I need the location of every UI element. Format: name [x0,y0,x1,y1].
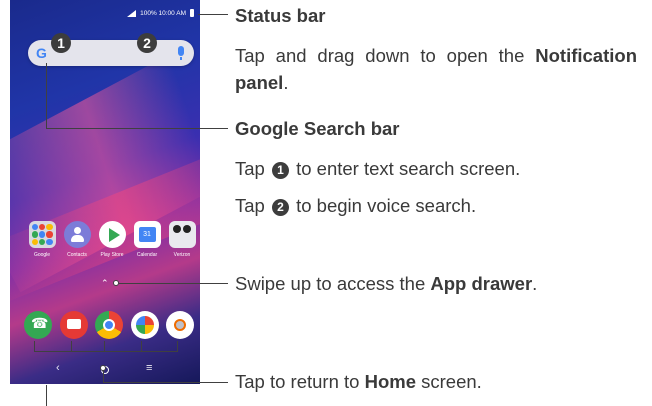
app-label: Verizon [173,252,191,258]
search-tap-1-text: Tap 1 to enter text search screen. [235,158,521,179]
photos-icon[interactable] [130,311,159,339]
messages-icon[interactable] [59,311,88,339]
app-label: Calendar [136,252,158,258]
home-app-row: Google Contacts Play Store 31 Calendar V… [26,221,198,258]
status-leader-line [198,14,228,15]
home-leader-vertical [103,370,104,382]
status-text: 100% 10:00 AM [140,9,186,17]
dock-bracket-tick [71,341,72,351]
dock-bracket-tick [141,341,142,351]
calendar-icon: 31 [133,221,161,248]
search-leader-horizontal [46,128,228,129]
swipe-leader-line [119,283,228,284]
dock-bracket-bottom [34,351,178,352]
app-label: Contacts [67,252,87,258]
callout-number-1: 1 [51,33,71,53]
chevron-up-icon[interactable]: ⌃ [101,278,109,289]
app-calendar[interactable]: 31 Calendar [131,221,163,258]
dock-bracket-right [177,341,178,351]
search-tap-2-text: Tap 2 to begin voice search. [235,195,477,216]
back-icon[interactable]: ‹ [56,362,60,374]
favorites-dock [24,311,194,339]
play-store-icon [98,221,126,248]
home-leader-dot [100,365,106,371]
signal-icon [125,9,137,17]
battery-icon [190,9,194,17]
app-contacts[interactable]: Contacts [61,221,93,258]
app-google-folder[interactable]: Google [26,221,58,258]
google-folder-icon [28,221,56,248]
status-bar-description: Tap and drag down to open the Notificati… [235,45,637,93]
swipe-up-description: Swipe up to access the App drawer. [235,273,538,294]
dock-bracket-left [34,341,35,351]
verizon-icon [168,221,196,248]
contacts-icon [63,221,91,248]
app-verizon[interactable]: Verizon [166,221,198,258]
phone-screen: 100% 10:00 AM G Google Contacts Play Sto… [10,0,200,384]
status-bar-title: Status bar [235,5,326,26]
app-play-store[interactable]: Play Store [96,221,128,258]
inline-number-1: 1 [271,162,289,179]
search-bar-title: Google Search bar [235,118,400,139]
swipe-leader-dot [113,280,119,286]
google-g-icon[interactable]: G [36,45,47,61]
app-label: Google [33,252,51,258]
phone-call-icon[interactable] [24,311,52,339]
recents-icon[interactable]: ≡ [146,362,152,374]
callout-number-2: 2 [137,33,157,53]
mic-icon[interactable] [178,46,184,60]
dock-leader-down [46,385,47,406]
camera-icon[interactable] [166,311,194,339]
dock-bracket-tick [104,341,105,351]
calendar-day: 31 [143,231,151,238]
app-label: Play Store [100,252,124,258]
inline-number-2: 2 [271,199,289,216]
search-leader-vertical [46,63,47,129]
home-description: Tap to return to Home screen. [235,371,482,392]
status-bar[interactable]: 100% 10:00 AM [125,9,194,17]
chrome-icon[interactable] [95,311,123,339]
home-leader-horizontal [103,382,228,383]
